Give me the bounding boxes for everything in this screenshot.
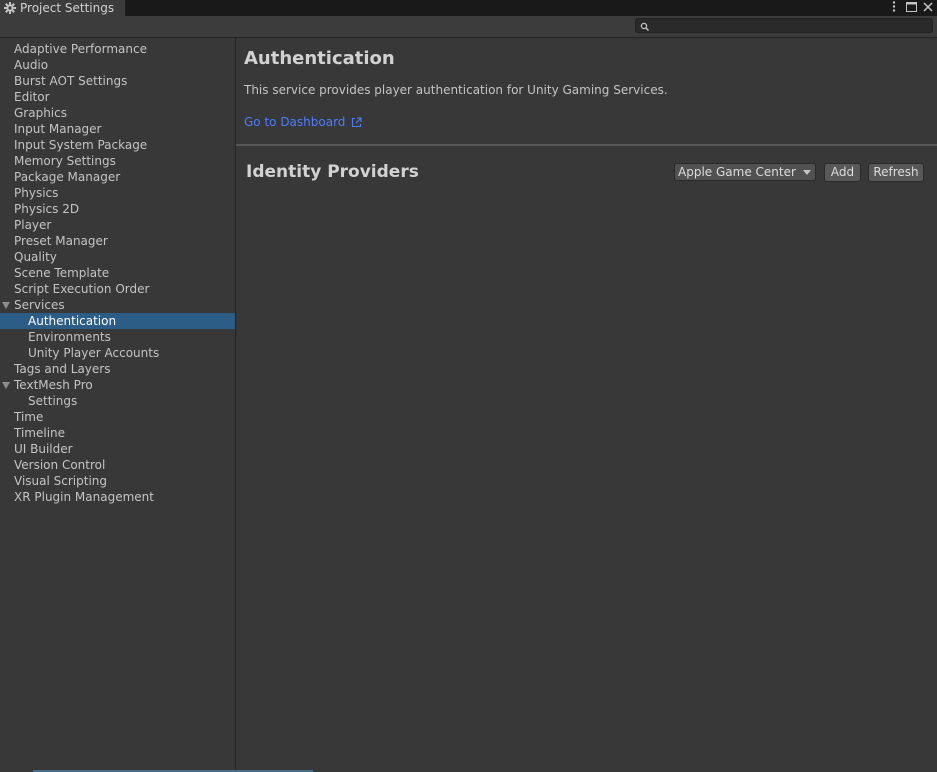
sidebar-item-package-manager[interactable]: Package Manager <box>0 169 235 185</box>
go-to-dashboard-link[interactable]: Go to Dashboard <box>244 115 362 129</box>
sidebar-item-label: Visual Scripting <box>14 474 107 488</box>
sidebar-item-physics-2d[interactable]: Physics 2D <box>0 201 235 217</box>
sidebar-item-tags-and-layers[interactable]: Tags and Layers <box>0 361 235 377</box>
sidebar-item-label: Burst AOT Settings <box>14 74 128 88</box>
dashboard-link-label: Go to Dashboard <box>244 115 346 129</box>
sidebar-item-services[interactable]: Services <box>0 297 235 313</box>
search-input[interactable] <box>635 18 933 33</box>
sidebar-item-input-manager[interactable]: Input Manager <box>0 121 235 137</box>
sidebar-item-unity-player-accounts[interactable]: Unity Player Accounts <box>0 345 235 361</box>
sidebar-item-label: Input Manager <box>14 122 102 136</box>
window-title: Project Settings <box>20 1 115 15</box>
sidebar-item-input-system-package[interactable]: Input System Package <box>0 137 235 153</box>
sidebar-item-label: Script Execution Order <box>14 282 150 296</box>
expand-arrow-icon[interactable] <box>2 382 10 389</box>
sidebar-item-preset-manager[interactable]: Preset Manager <box>0 233 235 249</box>
sidebar-item-label: Package Manager <box>14 170 121 184</box>
sidebar-item-label: Physics 2D <box>14 202 80 216</box>
sidebar-item-adaptive-performance[interactable]: Adaptive Performance <box>0 41 235 57</box>
sidebar-item-label: Timeline <box>14 426 66 440</box>
sidebar-item-ui-builder[interactable]: UI Builder <box>0 441 235 457</box>
sidebar-item-physics[interactable]: Physics <box>0 185 235 201</box>
sidebar-item-graphics[interactable]: Graphics <box>0 105 235 121</box>
window-tab[interactable]: Project Settings <box>0 0 126 16</box>
gear-icon <box>3 1 17 15</box>
sidebar-item-label: Adaptive Performance <box>14 42 147 56</box>
sidebar-item-label: Environments <box>28 330 111 344</box>
service-description: This service provides player authenticat… <box>244 83 668 97</box>
identity-provider-dropdown[interactable]: Apple Game Center <box>674 163 816 181</box>
add-button[interactable]: Add <box>824 163 861 182</box>
sidebar-item-label: Scene Template <box>14 266 110 280</box>
settings-sidebar: Adaptive Performance Audio Burst AOT Setti… <box>0 38 236 772</box>
sidebar-item-version-control[interactable]: Version Control <box>0 457 235 473</box>
sidebar-item-environments[interactable]: Environments <box>0 329 235 345</box>
sidebar-item-quality[interactable]: Quality <box>0 249 235 265</box>
window-titlebar: Project Settings <box>0 0 937 16</box>
sidebar-item-settings[interactable]: Settings <box>0 393 235 409</box>
sidebar-item-authentication[interactable]: Authentication <box>0 313 235 329</box>
sidebar-item-label: Settings <box>28 394 78 408</box>
search-icon <box>640 21 650 32</box>
settings-content: Authentication This service provides pla… <box>236 38 937 772</box>
sidebar-item-label: TextMesh Pro <box>14 378 93 392</box>
sidebar-item-burst-aot-settings[interactable]: Burst AOT Settings <box>0 73 235 89</box>
dropdown-selected-value: Apple Game Center <box>678 165 796 179</box>
sidebar-item-xr-plugin-management[interactable]: XR Plugin Management <box>0 489 235 505</box>
sidebar-item-label: Input System Package <box>14 138 148 152</box>
sidebar-item-label: Services <box>14 298 65 312</box>
sidebar-item-editor[interactable]: Editor <box>0 89 235 105</box>
sidebar-item-label: Memory Settings <box>14 154 116 168</box>
sidebar-item-label: Quality <box>14 250 57 264</box>
sidebar-item-label: Preset Manager <box>14 234 108 248</box>
sidebar-item-timeline[interactable]: Timeline <box>0 425 235 441</box>
external-link-icon <box>351 116 362 128</box>
sidebar-item-label: Tags and Layers <box>14 362 111 376</box>
section-divider <box>236 144 937 146</box>
sidebar-item-label: Audio <box>14 58 49 72</box>
refresh-button[interactable]: Refresh <box>868 163 924 182</box>
sidebar-item-scene-template[interactable]: Scene Template <box>0 265 235 281</box>
sidebar-item-label: Version Control <box>14 458 106 472</box>
sidebar-item-time[interactable]: Time <box>0 409 235 425</box>
sidebar-item-label: UI Builder <box>14 442 73 456</box>
sidebar-item-textmesh-pro[interactable]: TextMesh Pro <box>0 377 235 393</box>
sidebar-item-label: XR Plugin Management <box>14 490 154 504</box>
sidebar-item-label: Authentication <box>28 314 117 328</box>
sidebar-item-audio[interactable]: Audio <box>0 57 235 73</box>
sidebar-item-label: Physics <box>14 186 59 200</box>
sidebar-item-memory-settings[interactable]: Memory Settings <box>0 153 235 169</box>
sidebar-item-label: Player <box>14 218 52 232</box>
page-title: Authentication <box>244 48 395 69</box>
kebab-menu-icon[interactable] <box>887 0 901 13</box>
sidebar-item-label: Graphics <box>14 106 67 120</box>
close-icon[interactable] <box>921 0 935 13</box>
sidebar-item-player[interactable]: Player <box>0 217 235 233</box>
sidebar-item-label: Unity Player Accounts <box>28 346 160 360</box>
sidebar-item-label: Editor <box>14 90 50 104</box>
sidebar-item-script-execution-order[interactable]: Script Execution Order <box>0 281 235 297</box>
maximize-icon[interactable] <box>904 0 918 13</box>
sidebar-item-label: Time <box>14 410 44 424</box>
chevron-down-icon <box>803 170 811 175</box>
sidebar-item-visual-scripting[interactable]: Visual Scripting <box>0 473 235 489</box>
identity-providers-heading: Identity Providers <box>246 162 419 182</box>
expand-arrow-icon[interactable] <box>2 302 10 309</box>
